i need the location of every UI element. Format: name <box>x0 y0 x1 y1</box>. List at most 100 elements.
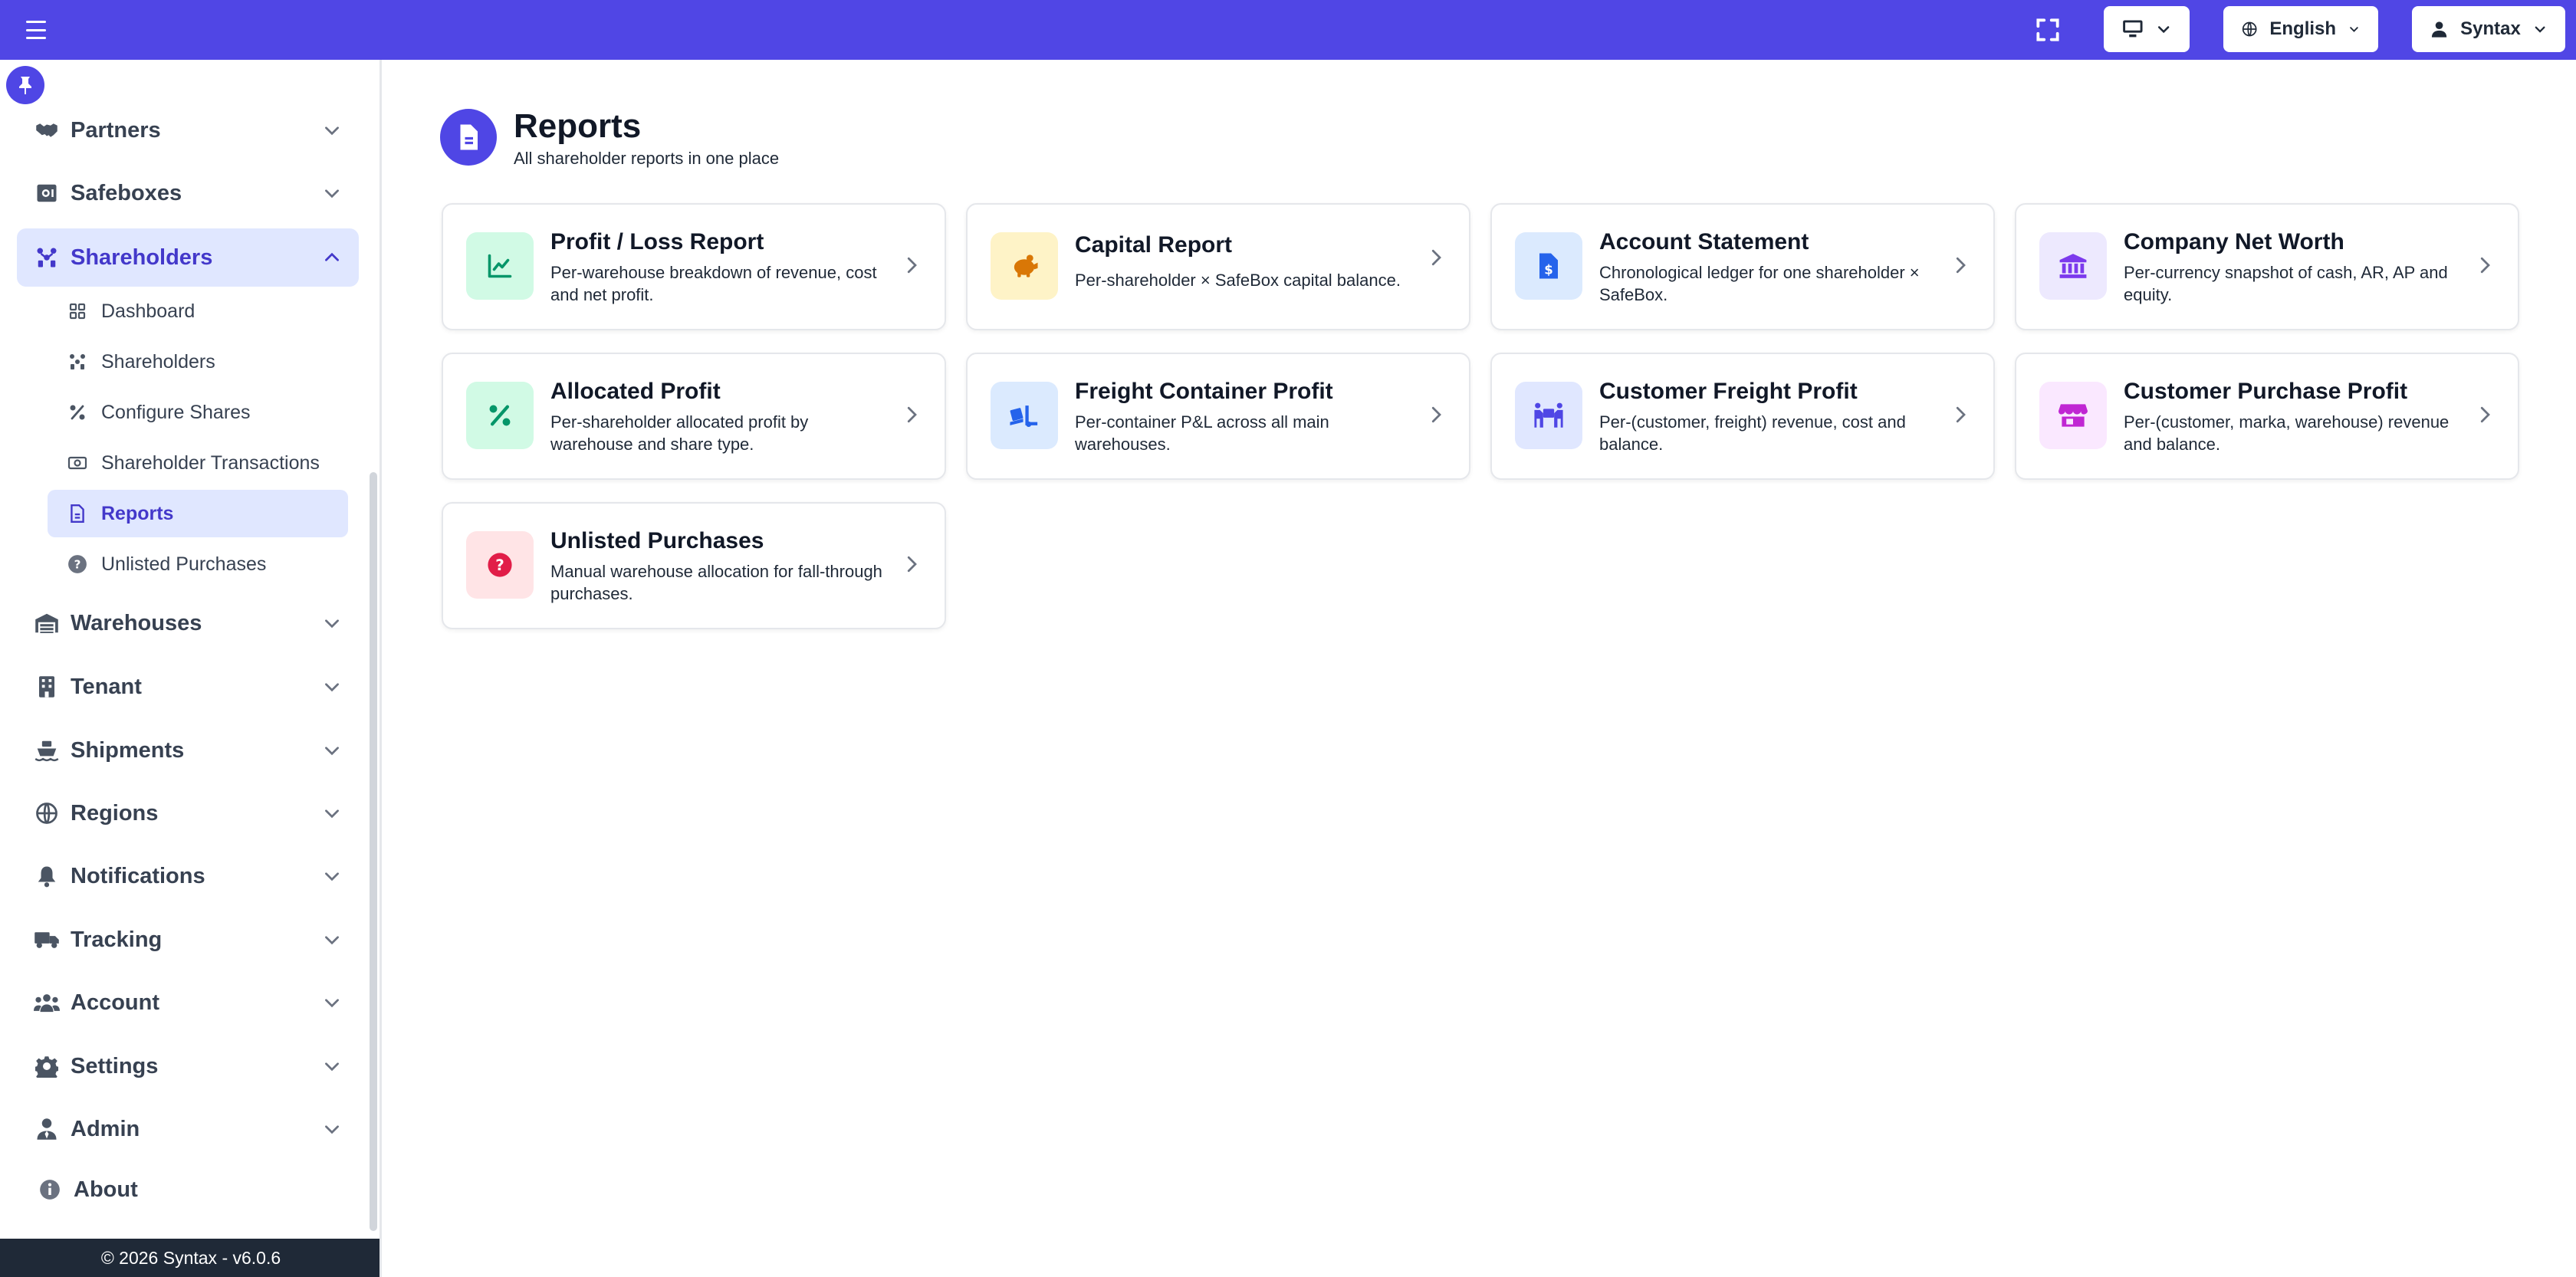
sidebar-item-label: Regions <box>71 800 159 826</box>
sidebar-subitem-label: Reports <box>101 502 174 524</box>
sidebar-subitem-configure-shares[interactable]: Configure Shares <box>48 389 348 436</box>
chevron-right-icon <box>907 257 917 274</box>
pin-button[interactable] <box>6 66 44 104</box>
bank-icon <box>2039 232 2107 300</box>
sidebar-subitem-shareholder-transactions[interactable]: Shareholder Transactions <box>48 439 348 487</box>
chevron-down-icon <box>2157 26 2170 34</box>
report-card-company-net-worth[interactable]: Company Net Worth Per-currency snapshot … <box>2015 203 2519 330</box>
sidebar-item-tenant[interactable]: Tenant <box>17 658 359 716</box>
card-description: Per-shareholder × SafeBox capital balanc… <box>1075 271 1401 290</box>
chevron-right-icon <box>1431 406 1441 423</box>
card-description: Per-warehouse breakdown of revenue, cost… <box>550 263 877 304</box>
report-card-profit-loss[interactable]: Profit / Loss Report Per-warehouse break… <box>442 203 946 330</box>
chevron-down-icon <box>319 117 345 143</box>
chevron-down-icon <box>319 800 345 826</box>
card-description: Per-(customer, marka, warehouse) revenue… <box>2124 412 2450 454</box>
card-title: Freight Container Profit <box>1075 379 1333 404</box>
chevron-up-icon <box>319 245 345 271</box>
globe-icon <box>2242 21 2257 37</box>
sidebar-subitem-shareholders[interactable]: Shareholders <box>48 338 348 386</box>
card-title: Profit / Loss Report <box>550 229 764 254</box>
user-menu-dropdown[interactable]: Syntax <box>2412 6 2565 52</box>
chevron-down-icon <box>319 610 345 636</box>
card-description: Chronological ledger for one shareholder… <box>1599 263 1920 304</box>
truck-ramp-icon <box>991 382 1058 449</box>
sidebar-item-notifications[interactable]: Notifications <box>17 847 359 905</box>
sidebar-item-account[interactable]: Account <box>17 973 359 1032</box>
chevron-down-icon <box>319 1116 345 1142</box>
percent-icon <box>67 402 87 422</box>
question-circle-icon: ? <box>466 531 534 599</box>
sidebar-item-label: Partners <box>71 117 161 143</box>
sidebar-item-partners[interactable]: Partners <box>17 101 359 159</box>
card-description: Per-shareholder allocated profit by ware… <box>550 412 809 454</box>
report-card-allocated-profit[interactable]: Allocated Profit Per-shareholder allocat… <box>442 353 946 480</box>
report-card-unlisted-purchases[interactable]: ? Unlisted Purchases Manual warehouse al… <box>442 502 946 629</box>
language-dropdown[interactable]: English <box>2223 6 2378 52</box>
sidebar-item-regions[interactable]: Regions <box>17 784 359 842</box>
svg-text:?: ? <box>495 556 504 574</box>
sidebar-subitem-unlisted-purchases[interactable]: ? Unlisted Purchases <box>48 540 348 588</box>
sidebar-item-settings[interactable]: Settings <box>17 1037 359 1095</box>
sidebar-subitem-label: Configure Shares <box>101 401 251 423</box>
report-card-account-statement[interactable]: $ Account Statement Chronological ledger… <box>1490 203 1995 330</box>
chevron-right-icon <box>907 556 917 573</box>
building-icon <box>34 674 60 700</box>
sidebar-subitem-label: Dashboard <box>101 300 196 322</box>
monitor-icon <box>2123 20 2143 38</box>
chevron-down-icon <box>319 180 345 206</box>
report-card-customer-purchase-profit[interactable]: Customer Purchase Profit Per-(customer, … <box>2015 353 2519 480</box>
sidebar-subitem-reports[interactable]: Reports <box>48 490 348 537</box>
hamburger-menu-icon[interactable] <box>26 21 46 39</box>
card-title: Account Statement <box>1599 229 1809 254</box>
users-network-icon <box>67 352 87 372</box>
fullscreen-icon[interactable] <box>2033 15 2062 44</box>
money-icon <box>67 453 87 473</box>
grid-icon <box>67 301 87 321</box>
card-description: Per-currency snapshot of cash, AR, AP an… <box>2124 263 2448 304</box>
sidebar-scrollbar[interactable] <box>370 472 377 1231</box>
sidebar-subitem-label: Shareholder Transactions <box>101 451 320 474</box>
report-card-capital[interactable]: Capital Report Per-shareholder × SafeBox… <box>966 203 1470 330</box>
sidebar: Partners Safeboxes Shareholders Dashboar… <box>0 60 382 1277</box>
sidebar-item-label: Shipments <box>71 737 185 763</box>
sidebar-item-label: Tracking <box>71 927 163 952</box>
ship-icon <box>34 737 60 763</box>
info-icon <box>37 1177 63 1203</box>
card-description: Per-(customer, freight) revenue, cost an… <box>1599 412 1906 454</box>
people-carry-icon <box>1515 382 1582 449</box>
chevron-down-icon <box>319 863 345 889</box>
chevron-right-icon <box>1956 406 1966 423</box>
page-subtitle: All shareholder reports in one place <box>514 149 780 168</box>
sidebar-subitem-label: Shareholders <box>101 350 215 373</box>
sidebar-item-warehouses[interactable]: Warehouses <box>17 594 359 652</box>
card-title: Customer Freight Profit <box>1599 379 1858 404</box>
card-title: Capital Report <box>1075 232 1233 258</box>
sidebar-item-tracking[interactable]: Tracking <box>17 911 359 969</box>
sidebar-item-safeboxes[interactable]: Safeboxes <box>17 164 359 222</box>
display-mode-dropdown[interactable] <box>2104 6 2190 52</box>
file-icon <box>67 504 87 524</box>
sidebar-item-shareholders[interactable]: Shareholders <box>17 228 359 287</box>
language-label: English <box>2269 18 2337 39</box>
sidebar-item-label: Tenant <box>71 674 142 699</box>
report-card-customer-freight-profit[interactable]: Customer Freight Profit Per-(customer, f… <box>1490 353 1995 480</box>
sidebar-item-shipments[interactable]: Shipments <box>17 721 359 780</box>
chevron-right-icon <box>1956 257 1966 274</box>
sidebar-footer: © 2026 Syntax - v6.0.6 <box>0 1239 380 1277</box>
sidebar-item-admin[interactable]: Admin <box>17 1100 359 1158</box>
report-card-freight-container-profit[interactable]: Freight Container Profit Per-container P… <box>966 353 1470 480</box>
warehouse-icon <box>34 610 60 636</box>
chevron-down-icon <box>319 990 345 1016</box>
sidebar-item-label: About <box>74 1177 138 1202</box>
sidebar-item-label: Account <box>71 990 159 1015</box>
sidebar-item-label: Notifications <box>71 863 205 888</box>
card-title: Customer Purchase Profit <box>2124 379 2408 404</box>
bell-icon <box>34 863 60 889</box>
question-icon: ? <box>67 554 87 574</box>
sidebar-item-label: Admin <box>71 1116 140 1141</box>
user-label: Syntax <box>2460 18 2521 39</box>
sidebar-subitem-dashboard[interactable]: Dashboard <box>48 287 348 335</box>
card-title: Allocated Profit <box>550 379 721 404</box>
sidebar-item-about[interactable]: About <box>17 1160 359 1219</box>
